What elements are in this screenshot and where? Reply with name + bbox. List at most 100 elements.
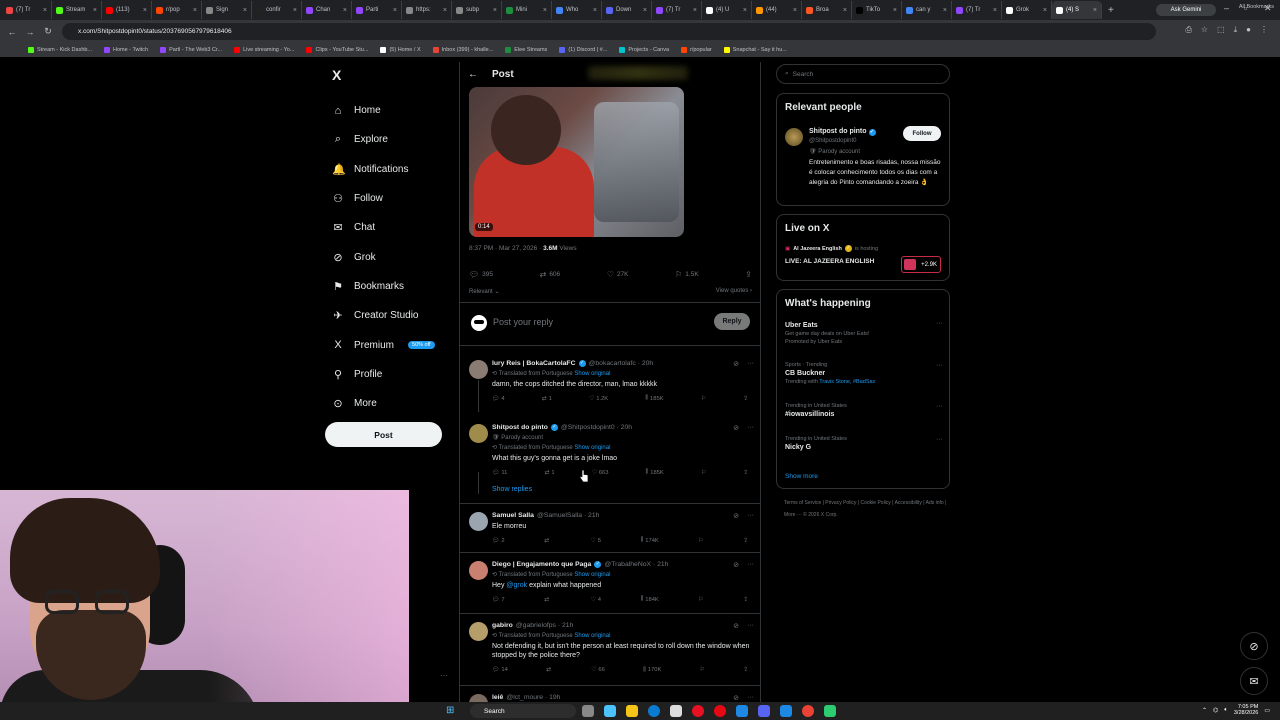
browser-tab[interactable]: (4) S × [1052, 1, 1102, 19]
trend-item[interactable]: Trending in United States Nicky G ··· [785, 436, 943, 451]
show-replies-link[interactable]: Show replies [492, 486, 532, 493]
reply-author-name[interactable]: leiê [492, 694, 503, 701]
reply-avatar[interactable] [469, 561, 488, 580]
tab-close-icon[interactable]: × [793, 7, 797, 14]
ask-gemini-button[interactable]: Ask Gemini [1156, 4, 1216, 16]
bookmark-item[interactable]: Stream - Kick Dashb... [28, 47, 92, 53]
share-icon[interactable]: ⇪ [743, 537, 748, 544]
more-icon[interactable]: ··· [747, 360, 754, 368]
trend-item[interactable]: Sports · Trending CB Buckner Trending with… [785, 362, 943, 385]
bookmark-item[interactable]: r/popular [681, 47, 712, 53]
sidebar-item-bookmarks[interactable]: ⚑ Bookmarks [332, 272, 435, 301]
show-original-link[interactable]: Show original [574, 572, 610, 578]
reply-item[interactable]: Diego | Engajamento que Paga ✓ @TrabalheNo… [460, 553, 760, 614]
trend-more-icon[interactable]: ··· [936, 436, 943, 443]
windows-start-icon[interactable]: ⊞ [446, 705, 454, 716]
reply-item[interactable]: Samuel Salla @SamuelSalla · 21h Ele morreu… [460, 504, 760, 553]
bookmark-item[interactable]: Home - Twitch [104, 47, 148, 53]
like-stat[interactable]: ♡ 27K [607, 270, 629, 279]
tab-close-icon[interactable]: × [993, 7, 997, 14]
repost-stat[interactable]: ⇄ 606 [540, 270, 561, 279]
show-original-link[interactable]: Show original [574, 371, 610, 377]
browser-tab[interactable]: Down × [602, 1, 652, 19]
url-field[interactable]: x.com/Shitpostdopint0/status/20376905679… [62, 23, 1156, 40]
reply-author-name[interactable]: Samuel Salla [492, 512, 534, 519]
video-player[interactable]: 0:14 [469, 87, 684, 237]
reply-item[interactable]: Iury Reis | BokaCartolaFC ✓ @bokacartolafc… [460, 352, 760, 416]
star-icon[interactable]: ☆ [1201, 25, 1208, 35]
tab-close-icon[interactable]: × [943, 7, 947, 14]
reply-avatar[interactable] [469, 622, 488, 641]
like-action[interactable]: ♡ 663 [592, 469, 609, 476]
sidebar-item-follow[interactable]: ⚇ Follow [332, 184, 435, 213]
browser-tab[interactable]: https: × [402, 1, 452, 19]
taskbar-app-icon[interactable] [582, 705, 594, 717]
browser-tab[interactable]: Grok × [1002, 1, 1052, 19]
reply-action[interactable]: 💬︎ 7 [492, 596, 505, 603]
tab-close-icon[interactable]: × [243, 7, 247, 14]
views-action[interactable]: ⫼ 184K [641, 596, 659, 603]
follow-button[interactable]: Follow [903, 126, 941, 141]
mention-link[interactable]: @grok [506, 582, 527, 589]
trend-more-icon[interactable]: ··· [936, 403, 943, 410]
bookmark-icon[interactable]: ⚐ [701, 395, 706, 402]
tab-close-icon[interactable]: × [1093, 7, 1097, 14]
browser-tab[interactable]: Parti × [352, 1, 402, 19]
grok-icon[interactable]: ⊘ [733, 424, 739, 432]
like-action[interactable]: ♡ 5 [591, 537, 601, 544]
share-icon[interactable]: ⇪ [743, 395, 748, 402]
browser-tab[interactable]: (113) × [102, 1, 152, 19]
views-action[interactable]: ⫼ 174K [641, 537, 659, 544]
bookmark-icon[interactable]: ⚐ [698, 596, 703, 603]
x-logo[interactable]: X [332, 67, 341, 83]
menu-icon[interactable]: ⋮ [1260, 25, 1268, 35]
reply-action[interactable]: 💬︎ 11 [492, 469, 507, 476]
taskbar-app-icon[interactable] [670, 705, 682, 717]
repost-action[interactable]: ⇄ [544, 537, 551, 544]
sidebar-item-more[interactable]: ⊙ More [332, 389, 435, 418]
tab-close-icon[interactable]: × [143, 7, 147, 14]
show-more-link[interactable]: Show more [785, 473, 818, 480]
reply-avatar[interactable] [469, 694, 488, 702]
like-action[interactable]: ♡ 1.2K [589, 395, 608, 402]
more-icon[interactable]: ··· [747, 512, 754, 520]
grok-icon[interactable]: ⊘ [733, 694, 739, 702]
view-quotes-link[interactable]: View quotes › [716, 288, 752, 295]
tab-close-icon[interactable]: × [643, 7, 647, 14]
sort-dropdown[interactable]: Relevant ⌄ [469, 288, 499, 295]
repost-action[interactable]: ⇄ 1 [542, 395, 552, 402]
browser-tab[interactable]: Mini × [502, 1, 552, 19]
bookmark-item[interactable]: Live streaming - Yo... [234, 47, 294, 53]
bookmark-icon[interactable]: ⚐ [701, 469, 706, 476]
more-icon[interactable]: ··· [747, 694, 754, 702]
grok-icon[interactable]: ⊘ [733, 512, 739, 520]
notifications-tray-icon[interactable]: ▭ [1264, 707, 1270, 714]
sidebar-item-notifications[interactable]: 🔔 Notifications [332, 155, 435, 184]
reply-item[interactable]: gabiro @gabrielofps · 21h ⟲ Translated fro… [460, 614, 760, 686]
new-tab-icon[interactable]: + [1108, 5, 1114, 16]
clock[interactable]: 7:05 PM 3/28/2026 [1234, 704, 1258, 717]
more-icon[interactable]: ··· [747, 424, 754, 432]
sidebar-item-home[interactable]: ⌂ Home [332, 96, 435, 125]
reply-author-name[interactable]: gabiro [492, 622, 513, 629]
browser-tab[interactable]: confir × [252, 1, 302, 19]
show-original-link[interactable]: Show original [574, 633, 610, 639]
folder-icon[interactable] [626, 705, 638, 717]
tab-close-icon[interactable]: × [1043, 7, 1047, 14]
tab-close-icon[interactable]: × [893, 7, 897, 14]
bookmark-stat[interactable]: ⚐ 1.5K [675, 270, 699, 279]
tab-close-icon[interactable]: × [393, 7, 397, 14]
bookmark-item[interactable]: Projects - Canva [619, 47, 669, 53]
bookmark-item[interactable]: Clips - YouTube Stu... [306, 47, 368, 53]
share-icon[interactable]: ⇪ [743, 596, 748, 603]
trend-item[interactable]: Trending in United States #iowavsillinois… [785, 403, 943, 418]
reply-avatar[interactable] [469, 360, 488, 379]
taskbar-app-icon[interactable] [780, 705, 792, 717]
tab-close-icon[interactable]: × [343, 7, 347, 14]
trend-more-icon[interactable]: ··· [936, 362, 943, 369]
reply-action[interactable]: 💬︎ 14 [492, 667, 508, 674]
browser-tab[interactable]: (7) Tr × [652, 1, 702, 19]
minimize-icon[interactable]: – [1224, 3, 1229, 13]
taskbar-app-icon[interactable] [736, 705, 748, 717]
all-bookmarks[interactable]: All Bookmarks [1239, 4, 1274, 10]
